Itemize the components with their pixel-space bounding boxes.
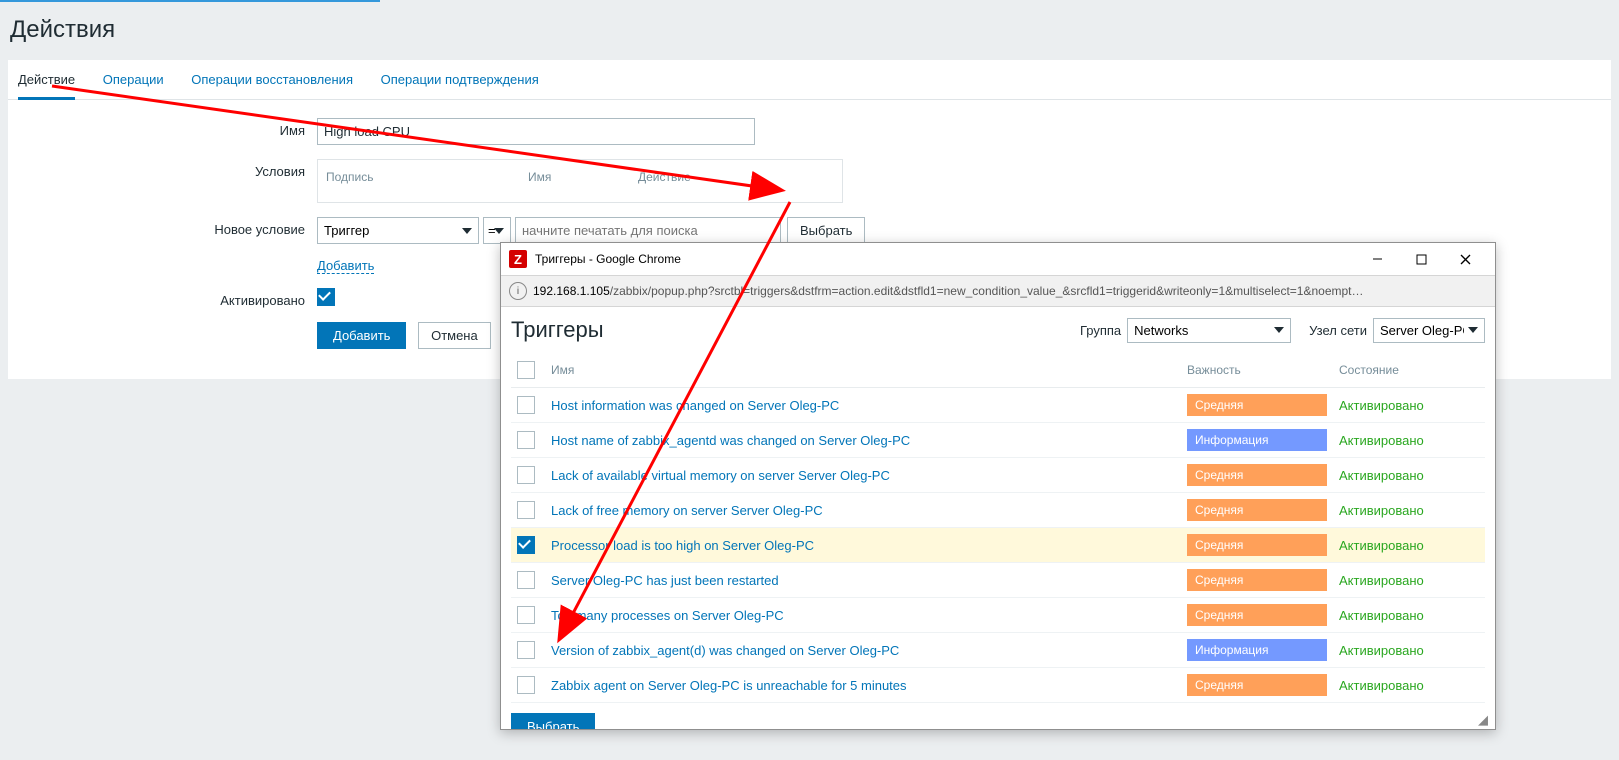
name-input[interactable] xyxy=(317,118,755,145)
severity-badge: Средняя xyxy=(1187,569,1327,591)
state-label: Активировано xyxy=(1339,608,1424,623)
url-path: /zabbix/popup.php?srctbl=triggers&dstfrm… xyxy=(610,284,1364,298)
severity-badge: Средняя xyxy=(1187,604,1327,626)
cond-header-label: Подпись xyxy=(326,170,528,184)
state-label: Активировано xyxy=(1339,678,1424,693)
tabs: Действие Операции Операции восстановлени… xyxy=(8,60,1611,100)
state-label: Активировано xyxy=(1339,573,1424,588)
conditions-box: Подпись Имя Действие xyxy=(317,159,843,203)
close-icon[interactable] xyxy=(1443,244,1487,274)
label-newcondition: Новое условие xyxy=(20,217,317,237)
table-row: Too many processes on Server Oleg-PC Сред… xyxy=(511,598,1485,633)
popup-window-title: Триггеры - Google Chrome xyxy=(535,252,681,266)
th-name[interactable]: Имя xyxy=(545,353,1181,388)
trigger-name-link[interactable]: Lack of available virtual memory on serv… xyxy=(551,468,890,483)
label-conditions: Условия xyxy=(20,159,317,179)
popup-select-button[interactable]: Выбрать xyxy=(511,713,595,729)
condition-operator-select[interactable]: = xyxy=(483,217,511,244)
trigger-name-link[interactable]: Too many processes on Server Oleg-PC xyxy=(551,608,784,623)
tab-operations[interactable]: Операции xyxy=(103,60,164,97)
cond-header-name: Имя xyxy=(528,170,638,184)
state-label: Активировано xyxy=(1339,398,1424,413)
trigger-name-link[interactable]: Server Oleg-PC has just been restarted xyxy=(551,573,779,588)
table-row: Lack of free memory on server Server Ole… xyxy=(511,493,1485,528)
add-condition-link[interactable]: Добавить xyxy=(317,258,374,274)
severity-badge: Средняя xyxy=(1187,499,1327,521)
label-host: Узел сети xyxy=(1309,323,1367,338)
state-label: Активировано xyxy=(1339,503,1424,518)
table-row: Host information was changed on Server O… xyxy=(511,388,1485,423)
row-checkbox[interactable] xyxy=(517,431,535,449)
state-label: Активировано xyxy=(1339,433,1424,448)
maximize-icon[interactable] xyxy=(1399,244,1443,274)
trigger-popup-window: Z Триггеры - Google Chrome i 192.168.1.1… xyxy=(500,242,1496,730)
select-all-checkbox[interactable] xyxy=(517,361,535,379)
label-enabled: Активировано xyxy=(20,288,317,308)
row-checkbox[interactable] xyxy=(517,466,535,484)
condition-type-select[interactable]: Триггер xyxy=(317,217,479,244)
resize-grip-icon[interactable]: ◢ xyxy=(1478,712,1492,726)
cancel-button[interactable]: Отмена xyxy=(418,322,491,349)
row-checkbox[interactable] xyxy=(517,606,535,624)
popup-addressbar[interactable]: i 192.168.1.105 /zabbix/popup.php?srctbl… xyxy=(501,276,1495,307)
condition-value-input[interactable] xyxy=(515,217,781,244)
th-severity: Важность xyxy=(1181,353,1333,388)
trigger-name-link[interactable]: Processor load is too high on Server Ole… xyxy=(551,538,814,553)
trigger-name-link[interactable]: Lack of free memory on server Server Ole… xyxy=(551,503,823,518)
trigger-name-link[interactable]: Zabbix agent on Server Oleg-PC is unreac… xyxy=(551,678,907,693)
severity-badge: Информация xyxy=(1187,639,1327,661)
table-row: Host name of zabbix_agentd was changed o… xyxy=(511,423,1485,458)
row-checkbox[interactable] xyxy=(517,571,535,589)
group-select[interactable]: Networks xyxy=(1127,318,1291,343)
tab-ack-ops[interactable]: Операции подтверждения xyxy=(381,60,539,97)
table-row: Lack of available virtual memory on serv… xyxy=(511,458,1485,493)
add-button[interactable]: Добавить xyxy=(317,322,406,349)
severity-badge: Средняя xyxy=(1187,674,1327,696)
tab-recovery-ops[interactable]: Операции восстановления xyxy=(191,60,353,97)
label-group: Группа xyxy=(1080,323,1121,338)
severity-badge: Информация xyxy=(1187,429,1327,451)
info-icon: i xyxy=(509,282,527,300)
table-row: Version of zabbix_agent(d) was changed o… xyxy=(511,633,1485,668)
severity-badge: Средняя xyxy=(1187,464,1327,486)
th-state: Состояние xyxy=(1333,353,1485,388)
row-checkbox[interactable] xyxy=(517,676,535,694)
trigger-name-link[interactable]: Version of zabbix_agent(d) was changed o… xyxy=(551,643,899,658)
table-row: Server Oleg-PC has just been restarted Ср… xyxy=(511,563,1485,598)
table-row: Zabbix agent on Server Oleg-PC is unreac… xyxy=(511,668,1485,703)
severity-badge: Средняя xyxy=(1187,394,1327,416)
minimize-icon[interactable] xyxy=(1355,244,1399,274)
host-select[interactable]: Server Oleg-PC xyxy=(1373,318,1485,343)
popup-heading: Триггеры xyxy=(511,317,1062,343)
label-name: Имя xyxy=(20,118,317,138)
state-label: Активировано xyxy=(1339,538,1424,553)
tab-action[interactable]: Действие xyxy=(18,60,75,100)
row-checkbox[interactable] xyxy=(517,501,535,519)
state-label: Активировано xyxy=(1339,468,1424,483)
severity-badge: Средняя xyxy=(1187,534,1327,556)
popup-titlebar[interactable]: Z Триггеры - Google Chrome xyxy=(501,243,1495,276)
select-trigger-button[interactable]: Выбрать xyxy=(787,217,865,244)
state-label: Активировано xyxy=(1339,643,1424,658)
trigger-name-link[interactable]: Host name of zabbix_agentd was changed o… xyxy=(551,433,910,448)
url-host: 192.168.1.105 xyxy=(533,284,610,298)
triggers-table: Имя Важность Состояние Host information … xyxy=(511,353,1485,703)
trigger-name-link[interactable]: Host information was changed on Server O… xyxy=(551,398,839,413)
row-checkbox[interactable] xyxy=(517,396,535,414)
zabbix-icon: Z xyxy=(509,250,527,268)
row-checkbox[interactable] xyxy=(517,536,535,554)
table-row: Processor load is too high on Server Ole… xyxy=(511,528,1485,563)
page-title: Действия xyxy=(0,2,1619,60)
row-checkbox[interactable] xyxy=(517,641,535,659)
enabled-checkbox[interactable] xyxy=(317,288,335,306)
cond-header-action: Действие xyxy=(638,170,691,184)
